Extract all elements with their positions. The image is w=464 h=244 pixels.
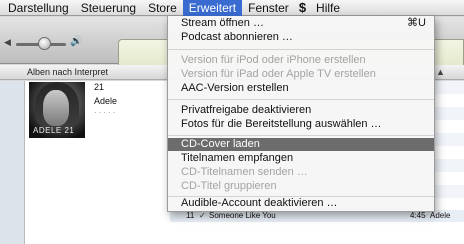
cover-face-shape [43, 90, 69, 126]
album-cover-image[interactable]: ADELE 21 [29, 82, 85, 138]
menu-item-cd-titelnamen-senden: CD-Titelnamen senden … [181, 166, 308, 178]
menu-separator [168, 99, 434, 100]
sidebar-edge [0, 81, 25, 244]
script-menu-icon[interactable]: $ [295, 0, 310, 16]
menu-item-stream-oeffnen[interactable]: Stream öffnen … ⌘U [168, 17, 434, 30]
menu-fenster[interactable]: Fenster [242, 0, 295, 16]
menu-item-privatfreigabe[interactable]: Privatfreigabe deaktivieren [168, 104, 434, 117]
menu-item-shortcut: ⌘U [407, 17, 426, 29]
menu-darstellung[interactable]: Darstellung [0, 0, 75, 16]
album-artist: Adele [94, 96, 118, 106]
menu-item-ipod-version: Version für iPod oder iPhone erstellen [181, 54, 366, 66]
menu-store[interactable]: Store [142, 0, 183, 16]
menu-item-titelnamen-empfangen[interactable]: Titelnamen empfangen [168, 152, 434, 165]
menu-item-audible-deaktivieren[interactable]: Audible-Account deaktivieren … [168, 197, 434, 210]
menu-item-fotos-auswaehlen[interactable]: Fotos für die Bereitstellung auswählen … [168, 118, 434, 131]
menu-bar: Darstellung Steuerung Store Erweitert Fe… [0, 0, 464, 16]
menu-separator [168, 135, 434, 136]
menu-item-aac-version[interactable]: AAC-Version erstellen [168, 82, 434, 95]
menu-erweitert[interactable]: Erweitert [182, 0, 243, 16]
menu-item-cd-cover-laden[interactable]: CD-Cover laden [168, 138, 434, 151]
menu-hilfe[interactable]: Hilfe [310, 0, 346, 16]
album-title: 21 [94, 82, 105, 92]
volume-low-icon: ◀ [4, 37, 11, 47]
volume-slider-knob[interactable] [38, 37, 51, 50]
album-rating[interactable]: ····· [94, 108, 117, 117]
menu-steuerung[interactable]: Steuerung [75, 0, 142, 16]
column-header-albums-by-artist[interactable]: Alben nach Interpret [27, 67, 108, 77]
volume-high-icon: 🔊 [70, 36, 83, 47]
sort-arrow-icon[interactable]: ▲ [436, 67, 445, 77]
menu-item-podcast-abonnieren[interactable]: Podcast abonnieren … [168, 31, 434, 44]
menu-item-cd-titel-gruppieren: CD-Titel gruppieren [181, 180, 277, 192]
cover-title-text: ADELE 21 [33, 126, 75, 135]
menu-item-label: Stream öffnen … [181, 17, 264, 29]
erweitert-dropdown-menu: Stream öffnen … ⌘U Podcast abonnieren … … [167, 16, 435, 212]
menu-separator [168, 49, 434, 50]
menu-item-ipad-version: Version für iPad oder Apple TV erstellen [181, 68, 376, 80]
